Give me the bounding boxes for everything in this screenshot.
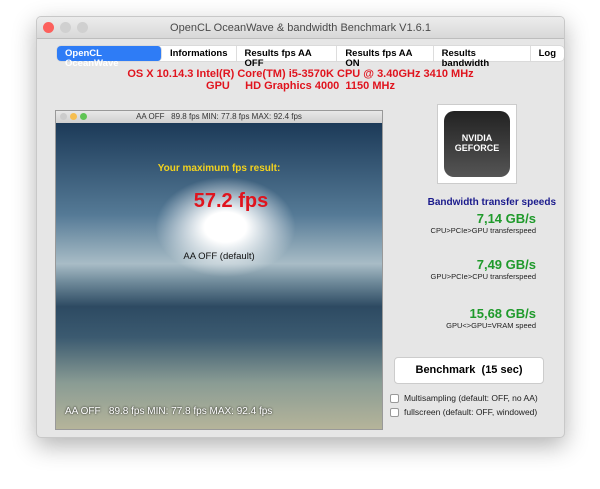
window-title: OpenCL OceanWave & bandwidth Benchmark V… [170,22,431,34]
tab-informations[interactable]: Informations [162,46,237,61]
cpu-info: OS X 10.14.3 Intel(R) Core(TM) i5-3570K … [127,68,474,80]
minimize-button[interactable] [60,22,71,33]
render-window: AA OFF 89.8 fps MIN: 77.8 fps MAX: 92.4 … [55,110,383,430]
benchmark-button[interactable]: Benchmark (15 sec) [394,357,544,384]
render-zoom-button[interactable] [80,113,87,120]
fullscreen-checkbox[interactable]: fullscreen (default: OFF, windowed) [390,407,537,417]
render-title: AA OFF 89.8 fps MIN: 77.8 fps MAX: 92.4 … [136,112,302,121]
bw-value: 7,49 GB/s [476,257,536,272]
checkbox-box[interactable] [390,393,399,403]
multisampling-checkbox[interactable]: Multisampling (default: OFF, no AA) [390,393,538,403]
fps-result: 57.2 fps [193,190,269,212]
bw-label: GPU<>GPU=VRAM speed [446,321,536,330]
ocean-scene: Your maximum fps result: 57.2 fps AA OFF… [56,123,382,429]
render-close-button[interactable] [60,113,67,120]
tab-opencl-oceanwave[interactable]: OpenCL OceanWave [57,46,162,69]
fps-heading: Your maximum fps result: [157,163,281,174]
aa-mode: AA OFF (default) [183,251,255,262]
nvidia-geforce-logo: NVIDIA GEFORCE [437,104,517,184]
tab-results-aa-on[interactable]: Results fps AA ON [337,46,434,69]
title-bar: OpenCL OceanWave & bandwidth Benchmark V… [37,17,564,39]
close-button[interactable] [43,22,54,33]
tab-results-aa-off[interactable]: Results fps AA OFF [237,46,338,69]
checkbox-box[interactable] [390,407,399,417]
tab-bar: OpenCL OceanWave Informations Results fp… [57,46,564,69]
tab-log[interactable]: Log [531,46,564,61]
bandwidth-title: Bandwidth transfer speeds [427,197,556,208]
gpu-info: GPU HD Graphics 4000 1150 MHz [206,80,395,92]
app-window: OpenCL OceanWave & bandwidth Benchmark V… [36,16,565,438]
zoom-button[interactable] [77,22,88,33]
bw-label: GPU>PCIe>CPU transferspeed [430,272,536,281]
render-minimize-button[interactable] [70,113,77,120]
bw-value: 15,68 GB/s [469,306,537,321]
bw-value: 7,14 GB/s [476,211,536,226]
fps-overlay: AA OFF 89.8 fps MIN: 77.8 fps MAX: 92.4 … [65,406,273,417]
bw-label: CPU>PCIe>GPU transferspeed [430,226,536,235]
tab-results-bandwidth[interactable]: Results bandwidth [434,46,531,69]
